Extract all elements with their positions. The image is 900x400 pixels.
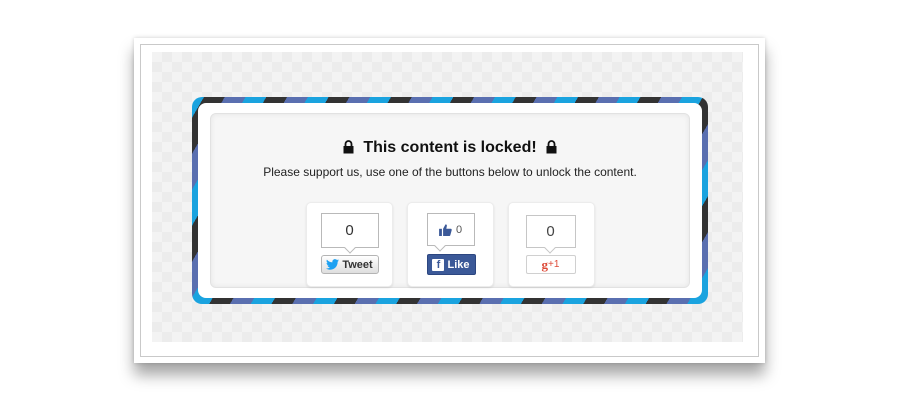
facebook-logo-icon: f [432,258,445,271]
locker-title: This content is locked! [363,139,537,156]
twitter-card: 0 Tweet [305,202,393,287]
lock-icon [343,140,354,154]
locker-title-row: This content is locked! [211,139,689,157]
lock-icon [546,140,557,154]
locker-subtitle: Please support us, use one of the button… [263,165,637,179]
preview-frame: This content is locked! Please support u… [134,38,765,363]
locker-white-band: This content is locked! Please support u… [198,103,702,298]
plus-one-label: +1 [548,259,560,270]
tweet-label: Tweet [342,258,373,271]
like-button[interactable]: f Like [426,254,476,275]
plus-one-count: 0 [525,215,576,248]
tweet-count: 0 [320,213,379,248]
thumbs-up-icon [439,223,452,236]
twitter-bird-icon [326,259,340,270]
locker-panel: This content is locked! Please support u… [210,113,690,288]
google-plus-button[interactable]: g +1 [525,255,576,274]
google-plus-card: 0 g +1 [507,202,595,287]
preview-frame-border: This content is locked! Please support u… [140,44,759,357]
locker-striped-border: This content is locked! Please support u… [192,97,708,304]
checkered-canvas: This content is locked! Please support u… [152,52,743,342]
tweet-button[interactable]: Tweet [320,255,379,274]
facebook-card: 0 f Like [406,202,494,287]
like-label: Like [447,258,470,271]
like-count-bubble: 0 [426,213,475,246]
social-buttons: 0 Tweet 0 f Like 0 g +1 [211,202,689,287]
like-count: 0 [455,223,463,236]
